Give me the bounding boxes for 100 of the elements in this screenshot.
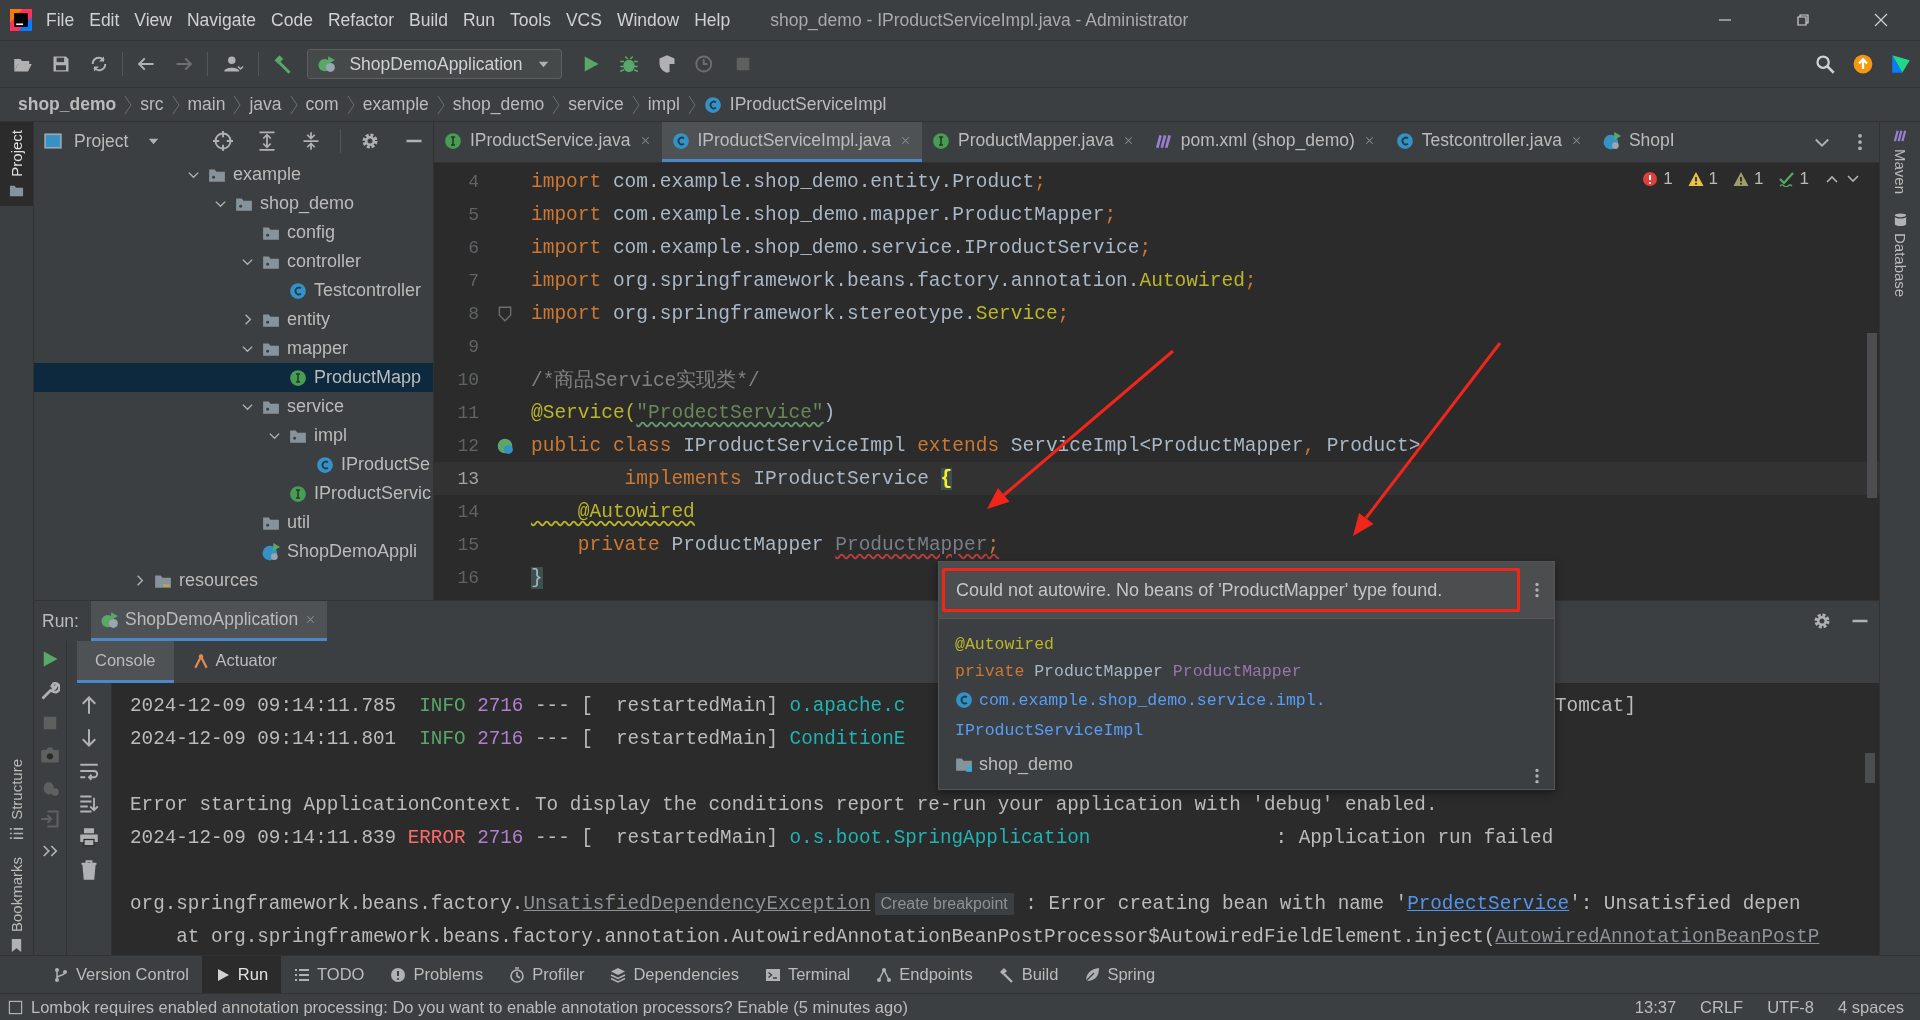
tree-item[interactable]: config (34, 218, 433, 247)
status-message[interactable]: Lombok requires enabled annotation processing: Do you want to enable annotation processors? Enable (5 minutes ago) (31, 998, 908, 1017)
tool-window-tab[interactable]: Dependencies (597, 956, 752, 993)
tree-item[interactable]: entity (34, 305, 433, 334)
tree-item[interactable]: Testcontroller (34, 276, 433, 305)
menu-item[interactable]: View (134, 9, 172, 31)
status-item[interactable]: CRLF (1700, 998, 1744, 1017)
tree-item[interactable]: util (34, 508, 433, 537)
down-arrow-icon[interactable] (79, 728, 99, 748)
fold-marker-icon[interactable] (496, 304, 514, 323)
menu-item[interactable]: Tools (510, 9, 551, 31)
typo-count[interactable]: 1 (1799, 169, 1809, 189)
editor-tab[interactable]: ProductMapper.java (922, 122, 1145, 162)
error-icon[interactable] (1642, 171, 1659, 187)
tree-item[interactable]: service (34, 392, 433, 421)
bug-icon[interactable] (619, 54, 639, 74)
menu-item[interactable]: Help (694, 9, 731, 31)
tool-window-tab[interactable]: Bookmarks (0, 848, 33, 961)
editor-tab[interactable]: Testcontroller.java (1385, 122, 1593, 162)
settings-icon[interactable] (1812, 611, 1832, 631)
tree-item[interactable]: ShopDemoAppli (34, 537, 433, 566)
panel-title[interactable]: Project (74, 130, 129, 152)
breadcrumb[interactable]: shop_demo (18, 94, 117, 115)
tree-item[interactable]: impl (34, 421, 433, 450)
error-count[interactable]: 1 (1663, 169, 1673, 189)
warning-icon[interactable] (1687, 171, 1704, 187)
process-tab[interactable]: ShopDemoApplication (90, 601, 328, 641)
menu-item[interactable]: Refactor (327, 9, 395, 31)
menu-item[interactable]: File (46, 9, 75, 31)
scrollbar[interactable] (1865, 753, 1875, 783)
shield-icon[interactable] (657, 54, 677, 74)
class-link[interactable]: IProductServiceImpl (955, 720, 1144, 740)
plugin-logo-icon[interactable] (1891, 54, 1911, 74)
tool-window-tab[interactable]: Structure (0, 750, 33, 849)
editor-tab[interactable]: IProductService.java (434, 122, 662, 162)
menu-item[interactable]: Code (271, 9, 313, 31)
bean-icon[interactable] (496, 436, 514, 455)
search-icon[interactable] (1815, 54, 1835, 74)
tool-window-tab[interactable]: Run (201, 956, 282, 993)
editor-tab[interactable]: pom.xml (shop_demo) (1144, 122, 1386, 162)
close-icon[interactable] (1873, 12, 1889, 28)
breadcrumb[interactable]: example (362, 94, 429, 115)
tree-item[interactable]: controller (34, 247, 433, 276)
typo-check-icon[interactable] (1778, 171, 1795, 187)
package-link[interactable]: com.example.shop_demo.service.impl. (979, 690, 1326, 710)
exception-link[interactable]: AutowiredAnnotationBeanPostP (1495, 925, 1820, 948)
trash-icon[interactable] (79, 860, 99, 880)
breadcrumb[interactable]: java (249, 94, 282, 115)
tool-window-tab[interactable]: Terminal (751, 956, 864, 993)
target-icon[interactable] (213, 131, 233, 151)
menu-item[interactable]: Navigate (187, 9, 257, 31)
tree-item[interactable]: shop_demo (34, 189, 433, 218)
user-icon[interactable] (221, 54, 245, 74)
menu-item[interactable]: Window (616, 9, 680, 31)
menu-item[interactable]: VCS (565, 9, 602, 31)
breadcrumb[interactable]: main (187, 94, 226, 115)
collapse-all-icon[interactable] (301, 131, 321, 151)
tool-window-tab[interactable]: Profiler (496, 956, 598, 993)
tool-window-tab[interactable]: Version Control (40, 956, 202, 993)
sync-icon[interactable] (89, 54, 109, 74)
breadcrumb[interactable]: impl (647, 94, 680, 115)
weak-warning-count[interactable]: 1 (1754, 169, 1764, 189)
tool-window-tab[interactable]: Project (0, 122, 33, 206)
tool-window-tab[interactable]: Problems (377, 956, 497, 993)
breakpoint-hint[interactable]: Create breakpoint (874, 892, 1014, 915)
scrollbar[interactable] (1867, 333, 1877, 498)
bean-name-link[interactable]: ProdectService (1407, 892, 1570, 915)
exception-link[interactable]: UnsatisfiedDependencyException (523, 892, 871, 915)
print-icon[interactable] (79, 827, 99, 847)
breadcrumb[interactable]: IProductServiceImpl (729, 94, 887, 115)
settings-icon[interactable] (360, 131, 380, 151)
status-item[interactable]: 13:37 (1634, 998, 1677, 1017)
hammer-icon[interactable] (272, 54, 292, 74)
tree-item[interactable]: IProductSe (34, 450, 433, 479)
breadcrumb[interactable]: com (305, 94, 339, 115)
tool-window-tab[interactable]: Spring (1071, 956, 1169, 993)
status-item[interactable]: UTF-8 (1767, 998, 1814, 1017)
tree-item[interactable]: resources (34, 566, 433, 595)
tree-item[interactable]: mapper (34, 334, 433, 363)
scroll-to-end-icon[interactable] (79, 794, 99, 814)
save-icon[interactable] (51, 54, 71, 74)
tool-window-tab[interactable]: Maven (1891, 128, 1909, 195)
run-configuration-dropdown[interactable]: ShopDemoApplication (307, 49, 562, 79)
editor-tab[interactable]: IProductServiceImpl.java (661, 122, 923, 162)
menu-item[interactable]: Run (462, 9, 496, 31)
tree-item[interactable]: ProductMapp (34, 363, 433, 392)
expand-all-icon[interactable] (257, 131, 277, 151)
menu-item[interactable]: Edit (89, 9, 120, 31)
editor-tab[interactable]: ShopI (1592, 122, 1685, 162)
status-item[interactable]: 4 spaces (1837, 998, 1904, 1017)
warning-count[interactable]: 1 (1708, 169, 1719, 189)
soft-wrap-icon[interactable] (79, 761, 99, 781)
restore-icon[interactable] (1795, 12, 1811, 28)
console-tab[interactable]: Console (77, 641, 174, 683)
wrench-icon[interactable] (40, 681, 60, 701)
tool-window-tab[interactable]: Database (1891, 212, 1909, 298)
tree-item[interactable]: IProductServic (34, 479, 433, 508)
tool-window-tab[interactable]: Endpoints (863, 956, 986, 993)
tree-item[interactable]: example (34, 160, 433, 189)
tool-window-tab[interactable]: TODO (281, 956, 378, 993)
